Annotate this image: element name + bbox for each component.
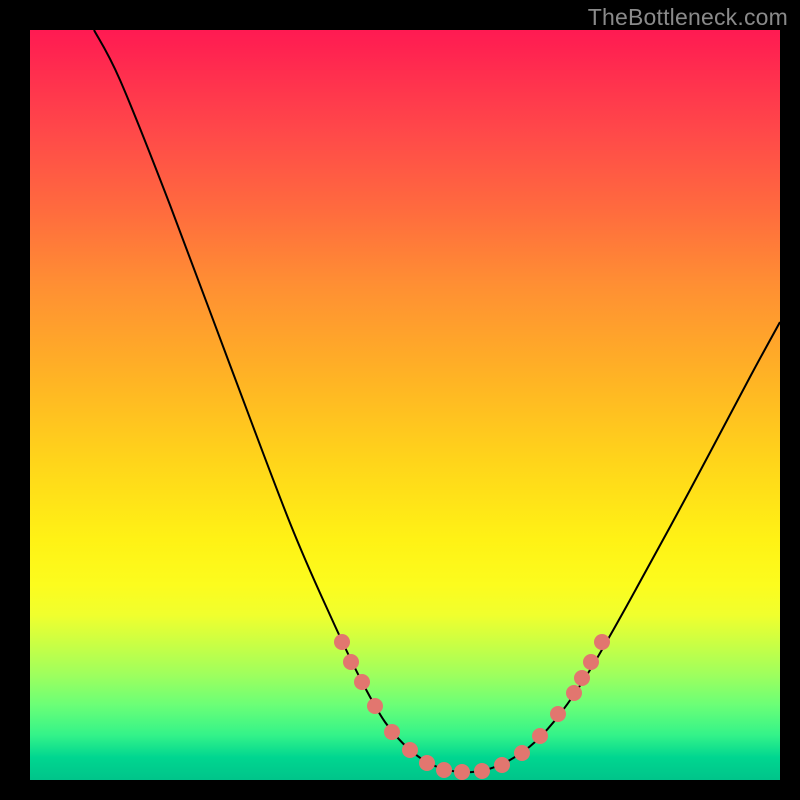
curve-marker — [436, 762, 452, 778]
curve-markers — [334, 634, 610, 780]
bottleneck-curve — [94, 30, 780, 772]
curve-marker — [419, 755, 435, 771]
chart-plot — [30, 30, 780, 780]
curve-marker — [583, 654, 599, 670]
curve-marker — [474, 763, 490, 779]
curve-marker — [367, 698, 383, 714]
watermark-text: TheBottleneck.com — [588, 4, 788, 31]
curve-marker — [454, 764, 470, 780]
curve-marker — [514, 745, 530, 761]
curve-marker — [550, 706, 566, 722]
curve-marker — [566, 685, 582, 701]
curve-marker — [343, 654, 359, 670]
curve-marker — [334, 634, 350, 650]
curve-marker — [402, 742, 418, 758]
curve-marker — [354, 674, 370, 690]
curve-marker — [574, 670, 590, 686]
curve-marker — [384, 724, 400, 740]
chart-frame — [30, 30, 780, 780]
curve-marker — [594, 634, 610, 650]
curve-marker — [532, 728, 548, 744]
curve-marker — [494, 757, 510, 773]
